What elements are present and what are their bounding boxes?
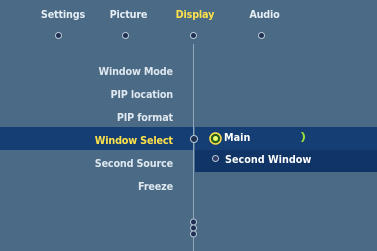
chevron-right-icon bbox=[301, 132, 305, 142]
tab-bar: Settings Picture Display Audio bbox=[0, 0, 377, 44]
tab-picture-indicator-icon bbox=[122, 32, 129, 39]
tab-picture[interactable]: Picture bbox=[110, 9, 148, 21]
tab-settings[interactable]: Settings bbox=[41, 9, 85, 21]
selected-item-indicator-icon bbox=[190, 135, 198, 143]
menu-item-pip-format[interactable]: PIP format bbox=[117, 112, 173, 124]
menu-item-window-select[interactable]: Window Select bbox=[95, 135, 173, 147]
tab-settings-indicator-icon bbox=[55, 32, 62, 39]
menu-item-freeze[interactable]: Freeze bbox=[138, 181, 173, 193]
submenu-selection-highlight bbox=[195, 127, 377, 150]
menu-item-pip-location[interactable]: PIP location bbox=[110, 89, 173, 101]
submenu-option-second-window[interactable]: Second Window bbox=[225, 154, 311, 166]
submenu-option-main[interactable]: Main bbox=[224, 132, 250, 144]
radio-unselected-icon[interactable] bbox=[212, 155, 219, 162]
scroll-down-icon[interactable] bbox=[189, 218, 198, 238]
tab-audio-indicator-icon bbox=[258, 32, 265, 39]
menu-item-window-mode[interactable]: Window Mode bbox=[99, 66, 174, 78]
tab-audio[interactable]: Audio bbox=[249, 9, 279, 21]
menu-item-second-source[interactable]: Second Source bbox=[95, 158, 173, 170]
tab-display[interactable]: Display bbox=[176, 9, 215, 21]
radio-selected-icon[interactable] bbox=[209, 132, 222, 145]
tab-display-indicator-icon bbox=[190, 32, 197, 39]
